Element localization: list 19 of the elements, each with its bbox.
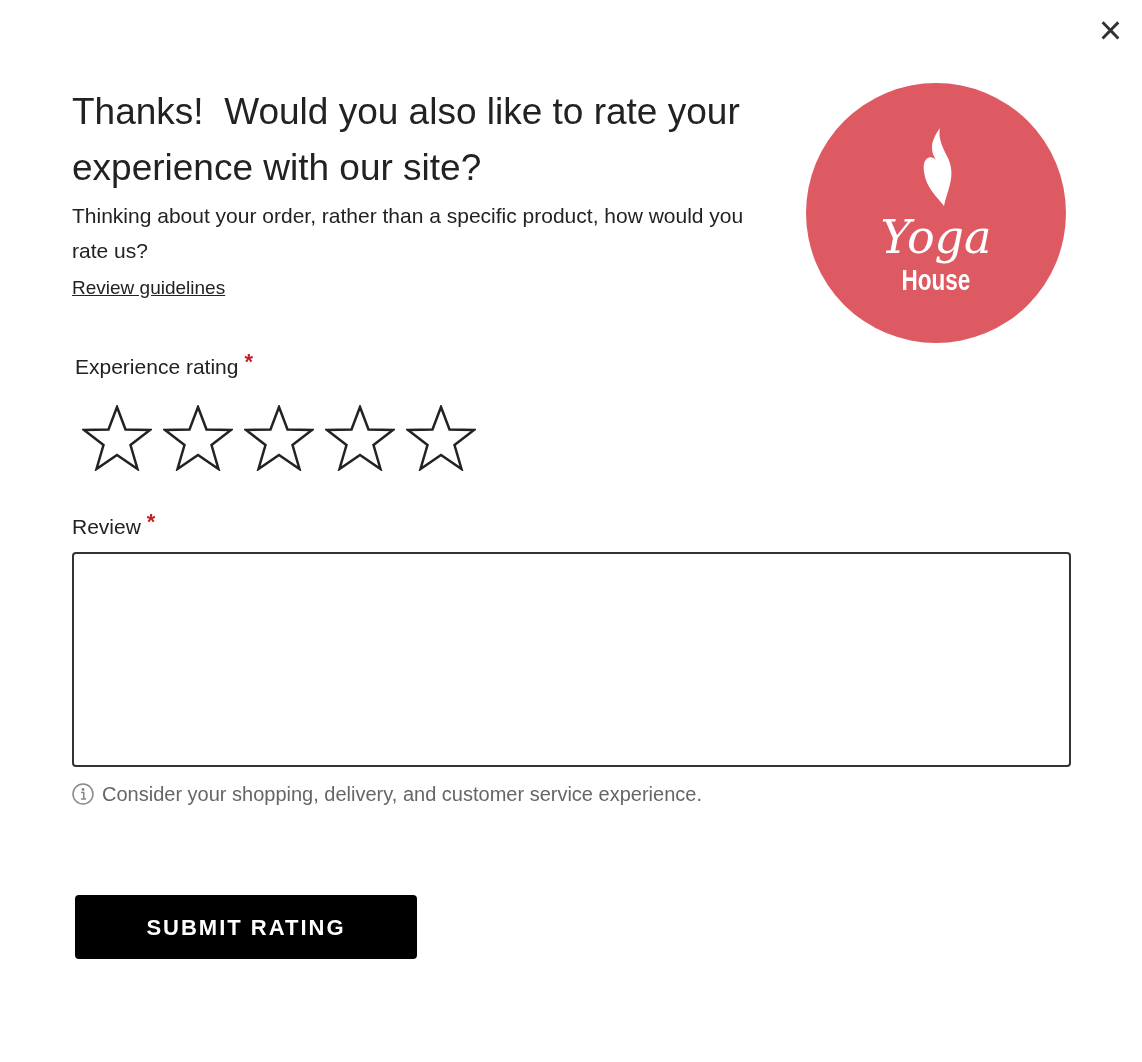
- star-icon[interactable]: [406, 404, 476, 471]
- required-mark: *: [146, 510, 156, 533]
- intro-text: Thinking about your order, rather than a specific product, how would you rate us?: [72, 203, 745, 264]
- logo-subtext: House: [901, 263, 971, 298]
- review-label: Review: [72, 513, 141, 540]
- review-field[interactable]: [72, 552, 1071, 767]
- close-button[interactable]: ×: [1094, 10, 1126, 50]
- star-icon[interactable]: [163, 404, 233, 471]
- logo-text: Yoga: [880, 212, 992, 262]
- rating-label: Experience rating: [75, 354, 239, 380]
- info-icon: [72, 783, 94, 805]
- hint-text: Consider your shopping, delivery, and customer service experience.: [102, 782, 702, 807]
- dialog-title: Thanks! Would you also like to rate your experience with our site?: [72, 90, 741, 190]
- star-icon[interactable]: [82, 404, 152, 471]
- star-icon[interactable]: [244, 404, 314, 471]
- guidelines-link[interactable]: Review guidelines: [72, 274, 226, 303]
- star-icon[interactable]: [325, 404, 395, 471]
- submit-button[interactable]: SUBMIT RATING: [75, 895, 417, 959]
- required-mark: *: [244, 351, 253, 373]
